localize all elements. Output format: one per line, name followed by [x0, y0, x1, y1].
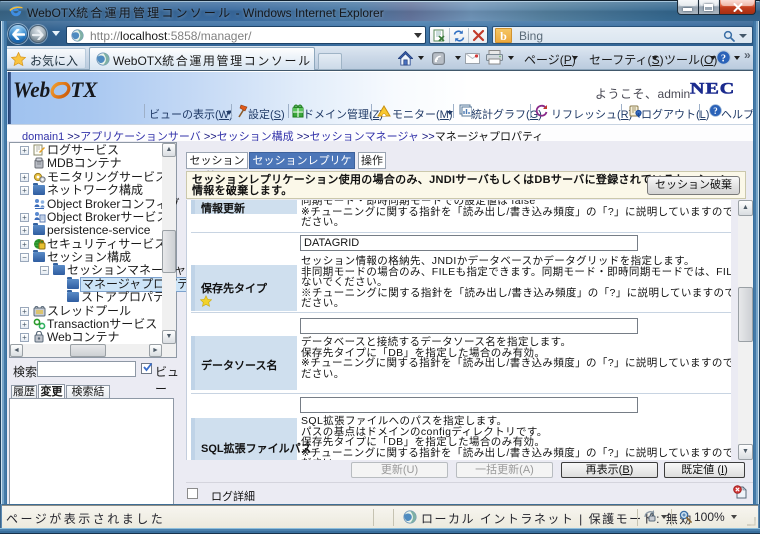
svg-text:?: ? — [721, 53, 726, 64]
svg-text:?: ? — [713, 106, 717, 116]
